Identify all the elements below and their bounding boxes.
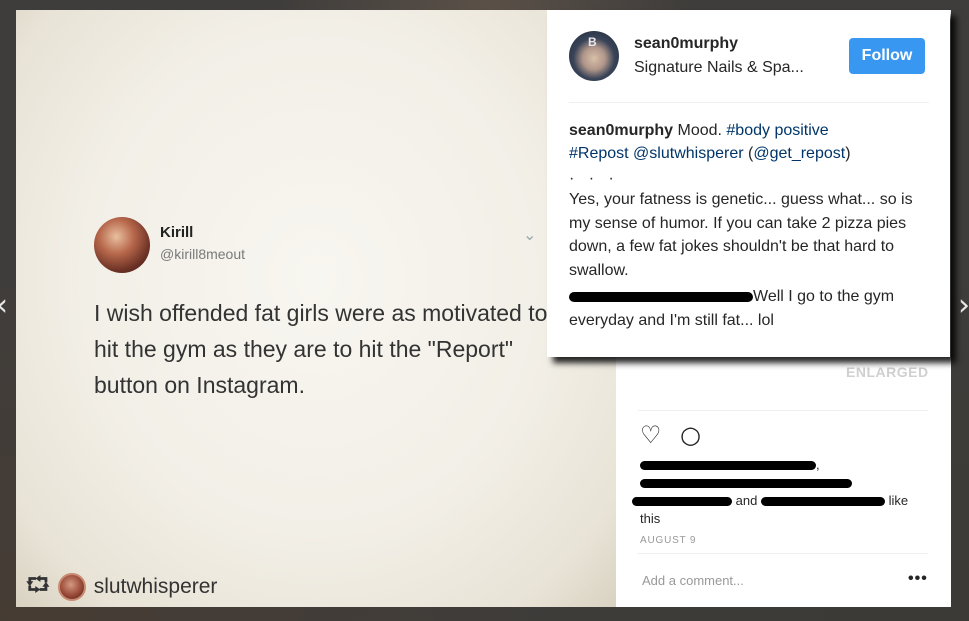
comment-icon[interactable]: ○	[680, 421, 701, 449]
chevron-right-icon[interactable]: ›	[958, 288, 969, 324]
hashtag-link[interactable]: #body positive	[726, 122, 828, 139]
tweet-text: I wish offended fat girls were as motiva…	[94, 300, 548, 398]
enlarged-label: ENLARGED	[846, 364, 929, 380]
comment: Well I go to the gym everyday and I'm st…	[569, 285, 929, 333]
post-caption: sean0murphy Mood. #body positive #Repost …	[569, 120, 929, 165]
redaction-mark	[632, 497, 732, 507]
redaction-mark	[760, 497, 885, 507]
avatar[interactable]: B	[569, 31, 619, 81]
divider	[569, 102, 929, 103]
caption-body: Yes, your fatness is genetic... guess wh…	[569, 191, 913, 279]
post-location[interactable]: Signature Nails & Spa...	[634, 59, 804, 77]
caption-more-dots: · · ·	[569, 170, 619, 187]
caption-author[interactable]: sean0murphy	[569, 122, 673, 139]
post-author-username[interactable]: sean0murphy	[634, 35, 738, 53]
post-image: Kirill @kirill8meout ⌄ I wish offended f…	[16, 10, 616, 607]
post-date[interactable]: AUGUST 9	[640, 535, 696, 546]
mention-link[interactable]: @get_repost	[753, 145, 845, 162]
comment-input[interactable]: Add a comment...	[642, 573, 744, 588]
redaction-mark	[569, 291, 753, 302]
follow-button[interactable]: Follow	[849, 38, 925, 74]
cap-logo: B	[588, 35, 597, 49]
likes-separator: ,	[816, 457, 820, 472]
redaction-mark	[640, 479, 852, 489]
tweet-author-handle: @kirill8meout	[160, 246, 246, 262]
tweet-author-name: Kirill	[160, 224, 194, 241]
likes-like: like	[888, 493, 909, 508]
divider	[638, 553, 928, 554]
caption-text: Mood.	[673, 122, 727, 139]
repost-avatar	[57, 573, 86, 601]
likes-and: and	[735, 493, 758, 508]
enlarged-caption-popup: B sean0murphy Signature Nails & Spa... F…	[547, 10, 950, 357]
hashtag-link[interactable]: #Repost	[569, 145, 629, 162]
likes-summary: , and like this	[632, 456, 930, 528]
caption-paren-open: (	[743, 144, 754, 162]
more-options-icon[interactable]: •••	[908, 570, 928, 588]
chevron-down-icon: ⌄	[523, 225, 537, 244]
chevron-left-icon[interactable]: ‹	[0, 288, 10, 324]
repost-attribution: ⮔ slutwhisperer	[26, 572, 217, 602]
caption-paren-close: )	[845, 144, 851, 162]
repost-username: slutwhisperer	[93, 575, 218, 598]
tweet-avatar	[94, 217, 150, 273]
likes-line-2	[640, 474, 930, 492]
divider	[638, 410, 928, 411]
likes-this: this	[640, 511, 661, 526]
likes-line-1: ,	[640, 456, 930, 474]
repost-icon: ⮔	[26, 572, 50, 596]
likes-line-3: and like	[632, 492, 930, 510]
redaction-mark	[640, 461, 816, 471]
heart-icon[interactable]: ♡	[640, 421, 662, 449]
mention-link[interactable]: @slutwhisperer	[633, 145, 744, 162]
